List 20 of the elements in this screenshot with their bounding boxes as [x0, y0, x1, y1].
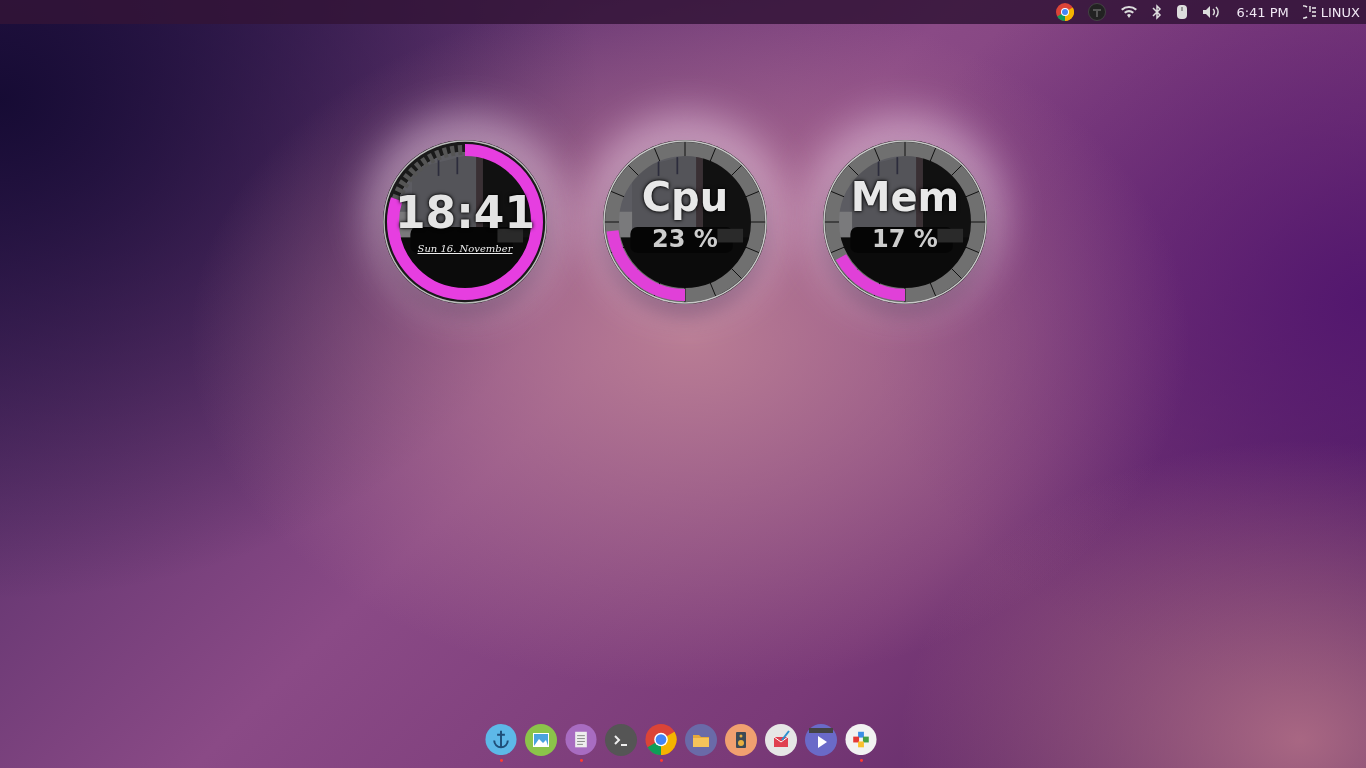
terminal-icon[interactable] — [605, 724, 637, 756]
chrome-icon[interactable] — [645, 724, 677, 756]
image-viewer-icon[interactable] — [525, 724, 557, 756]
folder-icon[interactable] — [685, 724, 717, 756]
gauge-reading: 23 % — [652, 225, 718, 253]
gauge-reading: 17 % — [872, 225, 938, 253]
clock-text[interactable]: 6:41 PM — [1236, 4, 1289, 20]
anchor-icon[interactable] — [485, 724, 517, 756]
mail-icon[interactable] — [765, 724, 797, 756]
bluetooth-icon[interactable] — [1152, 4, 1163, 20]
session-label[interactable]: LINUX — [1320, 4, 1360, 20]
video-player-icon[interactable] — [805, 724, 837, 756]
color-blocks-icon[interactable] — [845, 724, 877, 756]
document-icon[interactable] — [565, 724, 597, 756]
chrome-icon[interactable] — [1056, 3, 1075, 21]
gauge-label: Mem — [850, 177, 960, 217]
clock-date: Sun 16. November — [417, 242, 513, 254]
speaker-icon[interactable] — [725, 724, 757, 756]
mouse-icon[interactable] — [1176, 4, 1189, 20]
wifi-icon[interactable] — [1120, 5, 1139, 19]
